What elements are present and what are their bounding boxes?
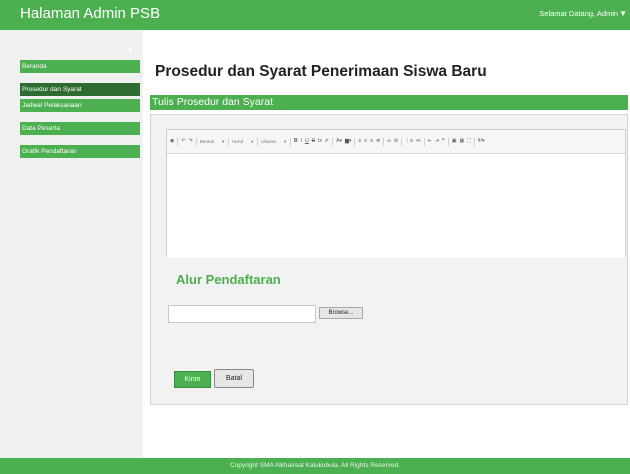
toolbar-divider [401, 137, 403, 146]
toolbar-divider [290, 137, 292, 146]
browse-button[interactable]: Browse... [319, 307, 363, 319]
font-select[interactable]: Huruf ▼ [232, 139, 254, 144]
align-justify-icon[interactable]: ≣ [376, 139, 380, 144]
sidebar: ▼ Beranda Prosedur dan Syarat Jadwal Pel… [0, 30, 143, 458]
text-style-group: B I U S Ix ✐ [294, 139, 329, 144]
footer: Copyright SMA Alkhairaat Kalukubula. All… [0, 458, 630, 474]
italic-icon[interactable]: I [301, 139, 302, 144]
image-icon[interactable]: ▣ [452, 139, 457, 144]
size-select-label: Ukuran [261, 139, 277, 144]
chevron-down-icon: ▼ [221, 139, 226, 144]
strikethrough-icon[interactable]: S [312, 139, 315, 144]
page-title: Prosedur dan Syarat Penerimaan Siswa Bar… [155, 63, 487, 80]
app-brand: Halaman Admin PSB [20, 5, 161, 22]
sidebar-item-grafik[interactable]: Grafik Pendaftaran [20, 145, 140, 158]
unlink-icon[interactable]: ⊘ [394, 139, 398, 144]
blockquote-icon[interactable]: ❞ [442, 139, 445, 144]
redo-icon[interactable]: ↷ [189, 139, 193, 144]
link-icon[interactable]: ∞ [387, 139, 391, 144]
toolbar-divider [447, 137, 449, 146]
text-color-icon[interactable]: A▾ [336, 139, 342, 144]
toolbar-divider [257, 137, 259, 146]
toolbar-divider [228, 137, 230, 146]
table-icon[interactable]: ▦ [460, 139, 465, 144]
size-select[interactable]: Ukuran ▼ [261, 139, 287, 144]
cancel-button[interactable]: Batal [214, 369, 254, 388]
indent-icon[interactable]: ⇥ [435, 139, 439, 144]
background-color-icon[interactable]: ▆▾ [345, 139, 351, 144]
sidebar-item-jadwal[interactable]: Jadwal Pelaksanaan [20, 99, 140, 112]
sidebar-item-prosedur[interactable]: Prosedur dan Syarat [20, 83, 140, 96]
clear-format-icon[interactable]: Ix [318, 139, 322, 144]
align-group: ≡ ≡ ≡ ≣ [358, 139, 380, 144]
user-menu[interactable]: Selamat Datang, Admin ▼ [539, 9, 627, 18]
format-select-label: Bentuk [199, 139, 215, 144]
paint-format-icon[interactable]: ✐ [325, 139, 329, 144]
align-center-icon[interactable]: ≡ [364, 139, 367, 144]
submit-button[interactable]: Kirim [174, 371, 211, 388]
bold-icon[interactable]: B [294, 139, 298, 144]
file-path-input[interactable] [168, 305, 316, 323]
chevron-down-icon: ▼ [250, 139, 255, 144]
toolbar-divider [473, 137, 475, 146]
editor-content-area[interactable] [167, 154, 625, 258]
form-panel: ◉ ↶ ↷ Bentuk ▼ Huruf ▼ Ukuran ▼ B I U S … [150, 114, 628, 405]
app-window: Halaman Admin PSB Selamat Datang, Admin … [0, 0, 630, 474]
source-icon[interactable]: ◉ [170, 139, 174, 144]
toolbar-divider [423, 137, 425, 146]
main-content: Prosedur dan Syarat Penerimaan Siswa Bar… [143, 30, 630, 458]
align-right-icon[interactable]: ≡ [370, 139, 373, 144]
align-left-icon[interactable]: ≡ [358, 139, 361, 144]
sidebar-nav: Beranda Prosedur dan Syarat Jadwal Pelak… [20, 60, 140, 168]
sidebar-item-beranda[interactable]: Beranda [20, 60, 140, 73]
undo-icon[interactable]: ↶ [181, 139, 185, 144]
welcome-text: Selamat Datang, Admin [539, 9, 619, 18]
sidebar-collapse-icon[interactable]: ▼ [127, 48, 134, 55]
format-select[interactable]: Bentuk ▼ [200, 139, 225, 144]
section-title: Tulis Prosedur dan Syarat [150, 95, 628, 110]
chevron-down-icon: ▼ [619, 8, 627, 18]
toolbar-divider [383, 137, 385, 146]
numbered-list-icon[interactable]: ⋮≡ [405, 139, 413, 144]
bullet-list-icon[interactable]: •≡ [416, 139, 421, 144]
underline-icon[interactable]: U [305, 139, 309, 144]
chevron-down-icon: ▼ [283, 139, 288, 144]
toolbar-divider [354, 137, 356, 146]
font-select-label: Huruf [232, 139, 244, 144]
alur-pendaftaran-heading: Alur Pendaftaran [176, 272, 281, 287]
top-bar: Halaman Admin PSB Selamat Datang, Admin … [0, 0, 630, 30]
outdent-icon[interactable]: ⇤ [428, 139, 432, 144]
toolbar-divider [177, 137, 179, 146]
toolbar-divider [195, 137, 197, 146]
sidebar-item-data-peserta[interactable]: Data Peserta [20, 122, 140, 135]
rich-text-editor: ◉ ↶ ↷ Bentuk ▼ Huruf ▼ Ukuran ▼ B I U S … [166, 129, 626, 258]
fullscreen-icon[interactable]: ⛶ [467, 139, 471, 144]
editor-toolbar: ◉ ↶ ↷ Bentuk ▼ Huruf ▼ Ukuran ▼ B I U S … [167, 130, 625, 154]
toolbar-divider [332, 137, 334, 146]
special-char-icon[interactable]: Ψ▾ [478, 139, 485, 144]
